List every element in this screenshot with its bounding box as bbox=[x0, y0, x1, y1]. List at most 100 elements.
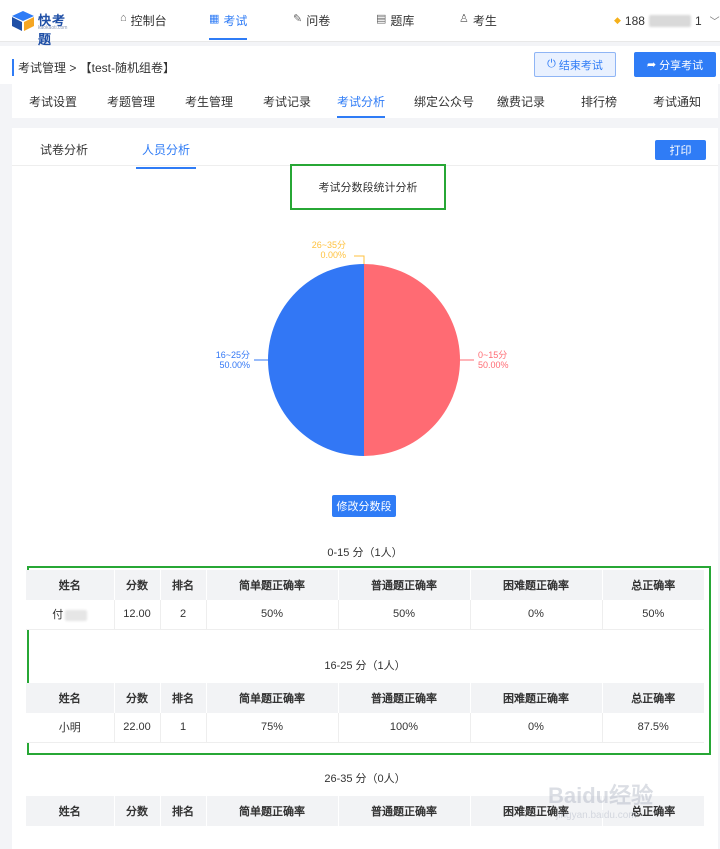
cell-total: 50% bbox=[602, 600, 704, 630]
table-row: 付 12.00 2 50% 50% 0% 50% bbox=[26, 600, 704, 630]
nav-dashboard[interactable]: ⌂ 控制台 bbox=[120, 12, 167, 40]
col-normal: 普通题正确率 bbox=[338, 570, 471, 600]
user-phone-suffix: 1 bbox=[694, 13, 702, 28]
edit-icon: ✎ bbox=[293, 13, 303, 25]
calendar-icon: ▦ bbox=[209, 13, 220, 25]
score-pie-chart: 0~15分50.00%16~25分50.00%26~35分0.00% bbox=[216, 240, 509, 456]
document-icon: ▤ bbox=[376, 13, 387, 25]
end-exam-label: 结束考试 bbox=[558, 59, 603, 72]
pie-slice-0[interactable] bbox=[364, 264, 460, 456]
col-rank: 排名 bbox=[160, 570, 207, 600]
section-title-0-15: 0-15 分（1人） bbox=[327, 547, 403, 559]
cell-total: 87.5% bbox=[602, 713, 704, 743]
share-icon: ➦ bbox=[646, 59, 657, 71]
col-easy: 简单题正确率 bbox=[206, 570, 339, 600]
cell-hard: 0% bbox=[470, 713, 603, 743]
tab-exam-settings[interactable]: 考试设置 bbox=[29, 93, 77, 116]
col-total: 总正确率 bbox=[602, 683, 704, 713]
diamond-icon: ◆ bbox=[614, 15, 621, 25]
tab-bind-official-account[interactable]: 绑定公众号 bbox=[414, 93, 474, 116]
tab-leaderboard[interactable]: 排行榜 bbox=[581, 93, 617, 116]
tab-exam-analysis[interactable]: 考试分析 bbox=[337, 93, 386, 118]
student-name: 付 bbox=[52, 609, 64, 622]
cell-score: 22.00 bbox=[114, 713, 161, 743]
tab-payment-records[interactable]: 缴费记录 bbox=[497, 93, 545, 116]
cell-name: 小明 bbox=[26, 713, 115, 743]
phone-mask bbox=[648, 14, 691, 27]
tab-paper-analysis[interactable]: 试卷分析 bbox=[40, 141, 88, 167]
slice-label-2: 26~35分 bbox=[312, 240, 346, 250]
col-easy: 简单题正确率 bbox=[206, 796, 339, 826]
nav-candidates[interactable]: ♙ 考生 bbox=[459, 12, 497, 40]
cell-rank: 1 bbox=[160, 713, 207, 743]
col-total: 总正确率 bbox=[602, 570, 704, 600]
section-title-16-25: 16-25 分（1人） bbox=[324, 660, 406, 672]
tab-question-manage[interactable]: 考题管理 bbox=[107, 93, 155, 116]
top-navbar: 快考题 kaokaoti.com ⌂ 控制台 ▦ 考试 ✎ 问卷 ▤ 题库 ♙ … bbox=[0, 0, 720, 47]
nav-label: 问卷 bbox=[306, 14, 331, 28]
tab-candidate-manage[interactable]: 考生管理 bbox=[185, 93, 233, 116]
breadcrumb-bar: 考试管理 > 【test-随机组卷】 ⏻ 结束考试 ➦ 分享考试 bbox=[0, 46, 720, 84]
cell-score: 12.00 bbox=[114, 600, 161, 630]
name-mask bbox=[65, 609, 88, 621]
score-table-0-15: 姓名 分数 排名 简单题正确率 普通题正确率 困难题正确率 总正确率 付 12.… bbox=[26, 570, 704, 630]
col-hard: 困难题正确率 bbox=[470, 683, 603, 713]
analysis-inner-tabs: 试卷分析 人员分析 打印 bbox=[12, 128, 718, 169]
watermark-url: jingyan.baidu.com bbox=[556, 810, 637, 821]
col-name: 姓名 bbox=[26, 570, 115, 600]
power-icon: ⏻ bbox=[547, 58, 556, 70]
print-button[interactable]: 打印 bbox=[655, 140, 706, 160]
col-normal: 普通题正确率 bbox=[338, 683, 471, 713]
cell-easy: 50% bbox=[206, 600, 339, 630]
logo-icon bbox=[12, 11, 34, 31]
col-rank: 排名 bbox=[160, 796, 207, 826]
cell-rank: 2 bbox=[160, 600, 207, 630]
cell-name: 付 bbox=[26, 600, 115, 630]
home-icon: ⌂ bbox=[120, 12, 127, 24]
slice-label-1: 16~25分 bbox=[216, 350, 250, 360]
cell-easy: 75% bbox=[206, 713, 339, 743]
slice-label-0: 0~15分 bbox=[478, 350, 507, 360]
nav-label: 考试 bbox=[223, 14, 248, 28]
modify-score-range-button[interactable]: 修改分数段 bbox=[332, 495, 396, 517]
col-name: 姓名 bbox=[26, 683, 115, 713]
col-normal: 普通题正确率 bbox=[338, 796, 471, 826]
col-easy: 简单题正确率 bbox=[206, 683, 339, 713]
user-menu[interactable]: ◆ 188 1 ﹀ bbox=[614, 13, 720, 29]
watermark-text: Baidu经验 bbox=[548, 783, 654, 808]
chevron-down-icon: ﹀ bbox=[709, 17, 720, 28]
nav-label: 考生 bbox=[472, 14, 497, 28]
leader-line-2 bbox=[354, 255, 365, 264]
slice-percent-1: 50.00% bbox=[219, 360, 250, 370]
nav-exam[interactable]: ▦ 考试 bbox=[209, 12, 248, 40]
tab-exam-records[interactable]: 考试记录 bbox=[263, 93, 311, 116]
pie-slice-1[interactable] bbox=[268, 264, 364, 456]
slice-percent-2: 0.00% bbox=[320, 250, 346, 260]
col-score: 分数 bbox=[114, 683, 161, 713]
nav-question-bank[interactable]: ▤ 题库 bbox=[376, 12, 414, 40]
cell-normal: 100% bbox=[338, 713, 471, 743]
share-exam-label: 分享考试 bbox=[659, 59, 704, 72]
chart-title: 考试分数段统计分析 bbox=[290, 164, 446, 210]
tab-exam-notice[interactable]: 考试通知 bbox=[653, 93, 701, 116]
table-row: 小明 22.00 1 75% 100% 0% 87.5% bbox=[26, 713, 704, 743]
brand-sub: kaokaoti.com bbox=[38, 25, 68, 31]
end-exam-button[interactable]: ⏻ 结束考试 bbox=[534, 52, 616, 77]
nav-label: 题库 bbox=[390, 14, 415, 28]
nav-label: 控制台 bbox=[130, 14, 167, 28]
nav-survey[interactable]: ✎ 问卷 bbox=[293, 12, 330, 40]
baidu-watermark: Baidu经验 jingyan.baidu.com bbox=[548, 770, 708, 830]
col-rank: 排名 bbox=[160, 683, 207, 713]
user-phone-prefix: 188 bbox=[624, 13, 645, 28]
share-exam-button[interactable]: ➦ 分享考试 bbox=[634, 52, 716, 77]
cell-normal: 50% bbox=[338, 600, 471, 630]
score-table-16-25: 姓名 分数 排名 简单题正确率 普通题正确率 困难题正确率 总正确率 小明 22… bbox=[26, 683, 704, 743]
breadcrumb: 考试管理 > 【test-随机组卷】 bbox=[12, 59, 175, 76]
cell-hard: 0% bbox=[470, 600, 603, 630]
col-score: 分数 bbox=[114, 570, 161, 600]
exam-subtabs: 考试设置 考题管理 考生管理 考试记录 考试分析 绑定公众号 缴费记录 排行榜 … bbox=[12, 84, 718, 118]
slice-percent-0: 50.00% bbox=[478, 360, 509, 370]
user-icon: ♙ bbox=[459, 13, 469, 25]
tab-person-analysis[interactable]: 人员分析 bbox=[136, 141, 197, 169]
brand-logo[interactable]: 快考题 kaokaoti.com bbox=[12, 9, 78, 47]
